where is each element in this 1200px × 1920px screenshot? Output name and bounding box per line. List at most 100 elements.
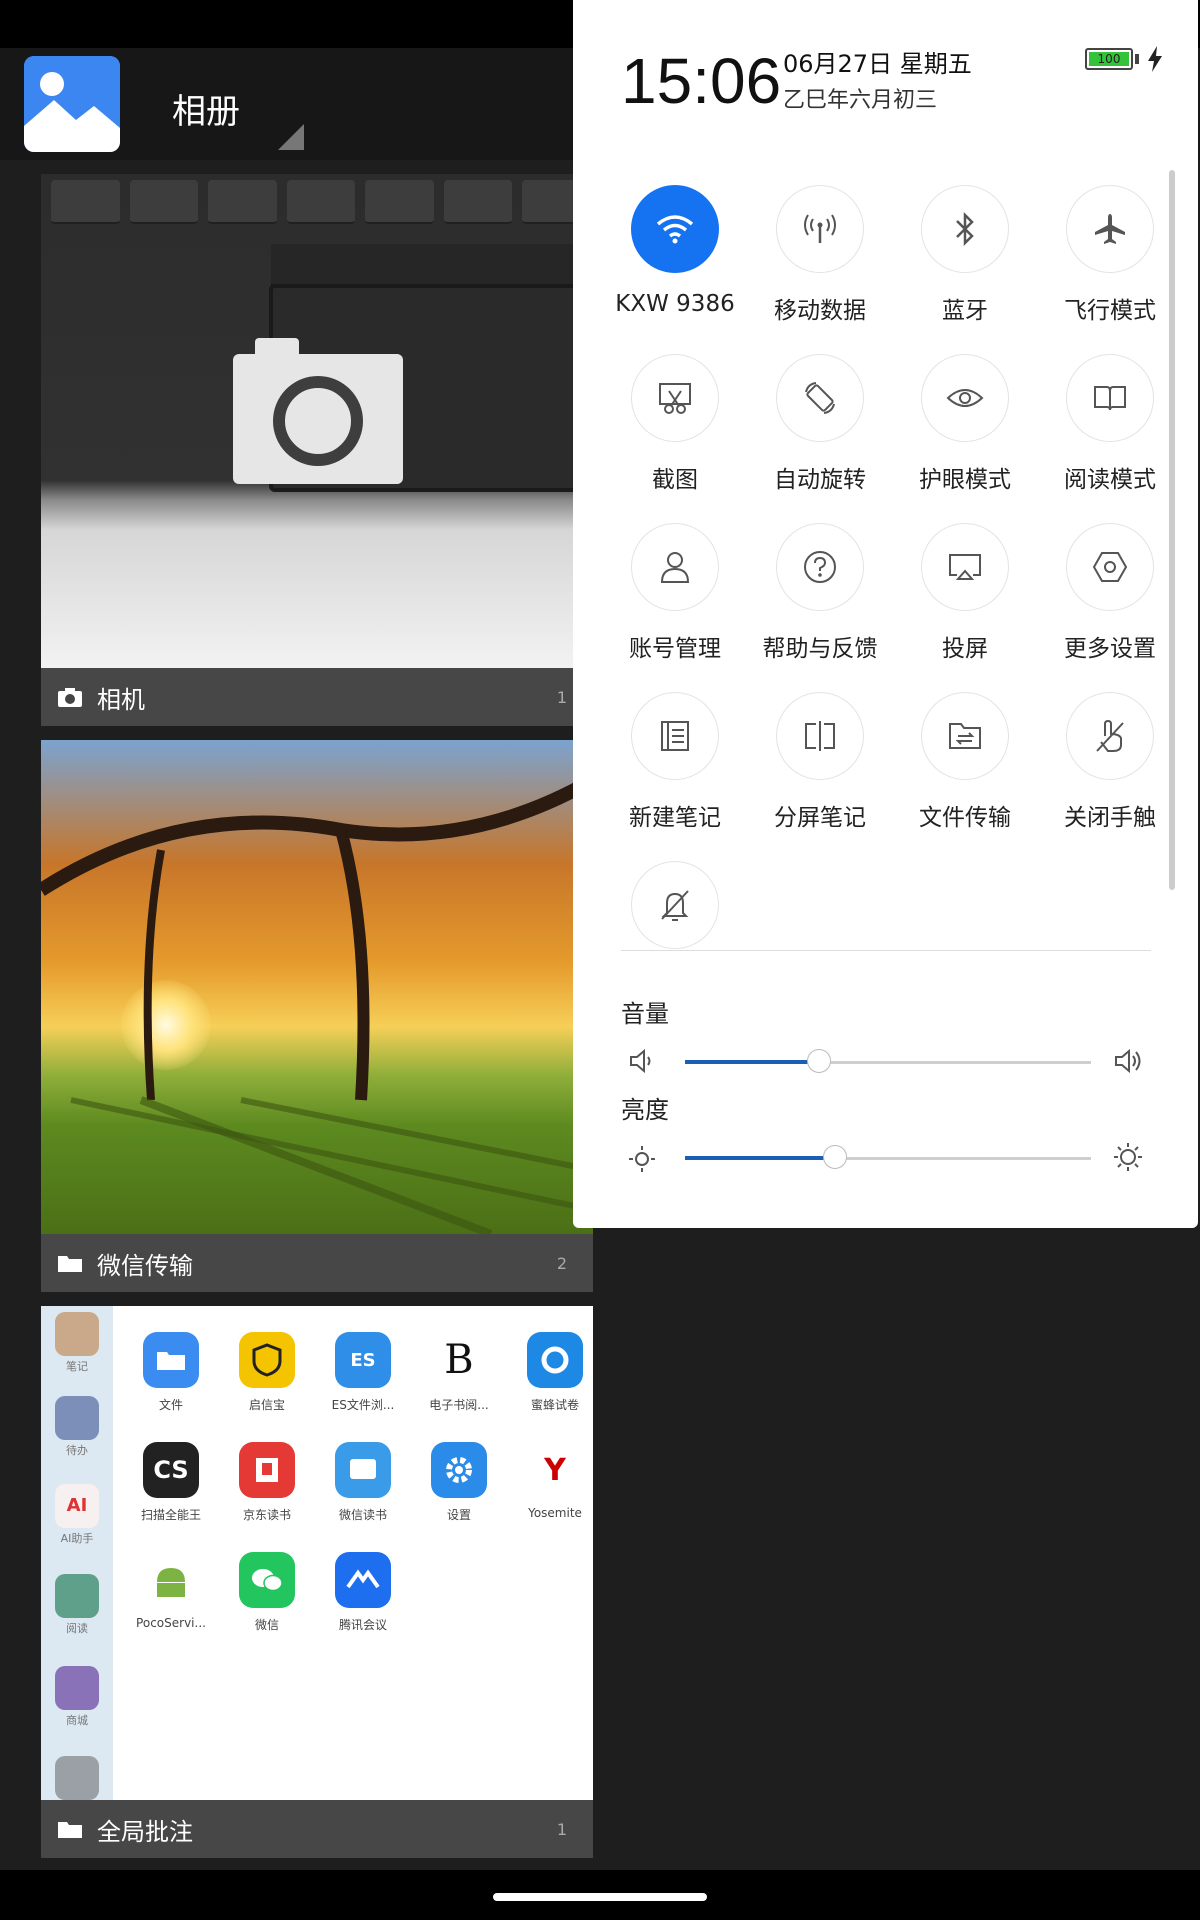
tile-auto-rotate[interactable]: 自动旋转 [755,354,885,494]
tile-wifi[interactable]: KXW 9386 [610,185,740,317]
album-count: 1 [556,687,567,707]
battery-icon: 100 [1085,48,1133,70]
sidebar-label: AI助手 [60,1532,94,1545]
tile-notification-off[interactable] [610,861,740,949]
tile-help[interactable]: 帮助与反馈 [755,523,885,663]
app-name: 启信宝 [248,1398,285,1412]
book-icon [1066,354,1154,442]
album-card-wechat[interactable]: 微信传输 2 [41,740,593,1292]
volume-slider-thumb[interactable] [806,1049,831,1073]
album-name: 相机 [97,685,145,714]
camscanner-icon: CS [143,1442,199,1498]
tile-label: 护眼模式 [919,467,1011,493]
tile-screenshot[interactable]: 截图 [610,354,740,494]
album-thumbnail [41,740,593,1234]
tile-label: 飞行模式 [1064,298,1156,324]
wechat-icon [239,1552,295,1608]
battery-level: 100 [1089,52,1129,66]
tile-bluetooth[interactable]: 蓝牙 [900,185,1030,325]
tile-account[interactable]: 账号管理 [610,523,740,663]
wifi-icon [631,185,719,273]
divider [621,950,1151,951]
gallery-app-icon [24,56,120,152]
tile-more-settings[interactable]: 更多设置 [1045,523,1175,663]
brightness-high-icon [1114,1143,1142,1171]
app-name: PocoServi... [136,1616,206,1630]
album-card-annotations[interactable]: 笔记 待办 AI AI助手 阅读 商城 文件 启信宝 ES ES文件浏... B电… [41,1306,593,1858]
tile-label: 更多设置 [1064,636,1156,662]
ebook-icon: B [431,1332,487,1388]
tile-eye-care[interactable]: 护眼模式 [900,354,1030,494]
charging-bolt-icon [1148,46,1162,72]
album-thumbnail: 笔记 待办 AI AI助手 阅读 商城 文件 启信宝 ES ES文件浏... B电… [41,1306,593,1800]
album-name: 全局批注 [97,1817,193,1846]
new-note-icon [631,692,719,780]
app-item: 京东读书 [219,1442,315,1523]
app-item: 腾讯会议 [315,1552,411,1633]
tile-new-note[interactable]: 新建笔记 [610,692,740,832]
sidebar-label: 笔记 [66,1360,88,1373]
todo-icon [55,1396,99,1440]
app-item: 蜜蜂试卷 [507,1332,593,1413]
app-item: 微信读书 [315,1442,411,1523]
sidebar-label: 阅读 [66,1622,88,1635]
mini-sidebar: 笔记 待办 AI AI助手 阅读 商城 [41,1306,113,1800]
tile-label: 新建笔记 [629,805,721,831]
app-item: CS 扫描全能王 [123,1442,219,1523]
app-item: 启信宝 [219,1332,315,1413]
app-name: 扫描全能王 [140,1508,201,1522]
home-indicator[interactable] [493,1893,707,1901]
folder-icon [143,1332,199,1388]
trackpad-buttons [271,244,591,287]
settings-icon [431,1442,487,1498]
tile-label: 阅读模式 [1064,467,1156,493]
tile-airplane[interactable]: 飞行模式 [1045,185,1175,325]
tile-reading-mode[interactable]: 阅读模式 [1045,354,1175,494]
album-count: 1 [556,1819,567,1839]
account-icon [631,523,719,611]
album-caption: 相机 1 [41,668,593,726]
volume-slider[interactable] [685,1049,1091,1073]
app-item: ES ES文件浏... [315,1332,411,1413]
album-card-camera[interactable]: 相机 1 [41,174,593,726]
brightness-slider[interactable] [685,1145,1091,1169]
lunar-date-text: 乙巳年六月初三 [783,88,938,113]
mobile-data-icon [776,185,864,273]
yosemite-icon: Y [527,1442,583,1498]
volume-label: 音量 [621,1000,669,1028]
weread-icon [335,1442,391,1498]
auto-rotate-icon [776,354,864,442]
exam-icon [527,1332,583,1388]
tile-label: 关闭手触 [1064,805,1156,831]
es-file-icon: ES [335,1332,391,1388]
album-count: 2 [556,1253,567,1273]
app-name: ES文件浏... [331,1398,395,1412]
album-thumbnail [41,174,593,668]
dropdown-triangle-icon[interactable] [278,124,304,150]
tile-label: 文件传输 [919,805,1011,831]
help-icon [776,523,864,611]
volume-high-icon [1115,1048,1141,1074]
app-name: 微信 [254,1618,279,1632]
brightness-slider-thumb[interactable] [823,1145,848,1169]
jd-read-icon [239,1442,295,1498]
app-title: 相册 [172,92,240,132]
folder-icon [58,1822,82,1838]
date-text: 06月27日 星期五 [783,50,972,78]
split-note-icon [776,692,864,780]
tile-touch-off[interactable]: 关闭手触 [1045,692,1175,832]
tree-branches [41,773,593,1234]
brightness-low-icon [629,1146,655,1172]
tile-cast[interactable]: 投屏 [900,523,1030,663]
tile-mobile-data[interactable]: 移动数据 [755,185,885,325]
app-item: 设置 [411,1442,507,1523]
app-item: B 电子书阅... [411,1332,507,1413]
tile-label: 蓝牙 [942,298,988,324]
tile-file-transfer[interactable]: 文件传输 [900,692,1030,832]
app-item: 文件 [123,1332,219,1413]
tile-split-note[interactable]: 分屏笔记 [755,692,885,832]
note-icon [55,1312,99,1356]
ai-icon: AI [55,1484,99,1528]
tile-label: 账号管理 [629,636,721,662]
qixinbao-icon [239,1332,295,1388]
